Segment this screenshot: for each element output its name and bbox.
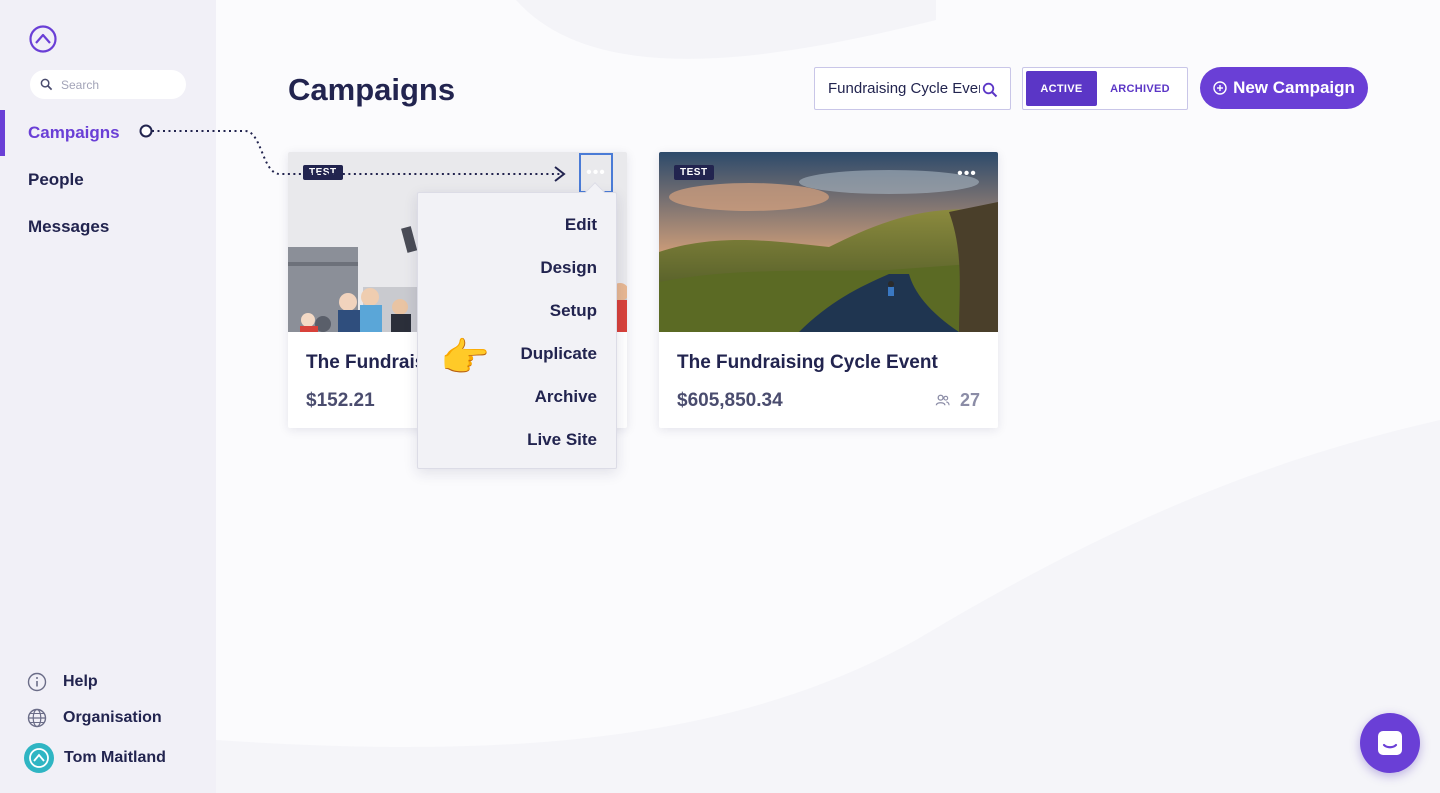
search-icon [40,78,53,91]
help-label: Help [63,673,98,690]
menu-item-edit[interactable]: Edit [565,215,597,235]
sidebar-item-help[interactable]: Help [26,671,98,693]
status-badge: TEST [674,165,714,180]
organisation-label: Organisation [63,709,162,726]
user-logo-icon [29,748,49,768]
new-campaign-label: New Campaign [1233,78,1355,97]
campaign-search-value: Fundraising Cycle Event [828,80,980,97]
sidebar-item-people[interactable]: People [28,170,84,190]
avatar [24,743,54,773]
app-logo-icon[interactable] [28,24,58,54]
search-placeholder: Search [61,77,100,92]
campaign-amount: $605,850.34 [677,390,783,411]
participant-count-value: 27 [959,390,980,410]
campaign-search-input[interactable]: Fundraising Cycle Event [814,67,1011,110]
more-dots-icon: ••• [586,164,606,181]
archived-filter-button[interactable]: ARCHIVED [1097,71,1183,106]
sidebar-item-messages[interactable]: Messages [28,217,109,237]
info-icon [26,671,48,693]
active-indicator [0,110,5,156]
sidebar-item-campaigns[interactable]: Campaigns [28,123,120,143]
participant-count: 27 [935,390,980,411]
menu-item-duplicate[interactable]: Duplicate [520,344,597,364]
campaign-amount: $152.21 [306,390,375,411]
chat-launcher-button[interactable] [1360,713,1420,773]
globe-icon [26,707,48,729]
menu-item-live-site[interactable]: Live Site [527,430,597,450]
more-dots-icon: ••• [957,165,977,182]
people-icon [935,394,950,406]
new-campaign-button[interactable]: New Campaign [1200,67,1368,109]
campaign-card[interactable]: TEST ••• The Fundraising Cycle Event $60… [659,152,998,428]
status-badge: TEST [303,165,343,180]
status-toggle: ACTIVE ARCHIVED [1022,67,1188,110]
menu-item-setup[interactable]: Setup [550,301,597,321]
sidebar-search-input[interactable]: Search [30,70,186,99]
search-icon[interactable] [982,82,998,98]
campaign-title: The Fundraising Cycle Event [677,352,938,373]
sidebar-item-organisation[interactable]: Organisation [26,707,162,729]
page-title: Campaigns [288,72,456,107]
pointing-hand-icon: 👉 [440,336,490,380]
menu-item-design[interactable]: Design [540,258,597,278]
plus-circle-icon [1213,81,1227,95]
active-filter-button[interactable]: ACTIVE [1026,71,1097,106]
menu-item-archive[interactable]: Archive [535,387,597,407]
sidebar: Search Campaigns People Messages Help Or… [0,0,216,793]
user-name: Tom Maitland [64,749,166,766]
card-options-menu: Edit Design Setup Duplicate Archive Live… [417,182,617,469]
more-options-button[interactable]: ••• [950,162,984,186]
chat-icon [1378,731,1402,755]
sidebar-user-profile[interactable]: Tom Maitland [24,743,166,773]
